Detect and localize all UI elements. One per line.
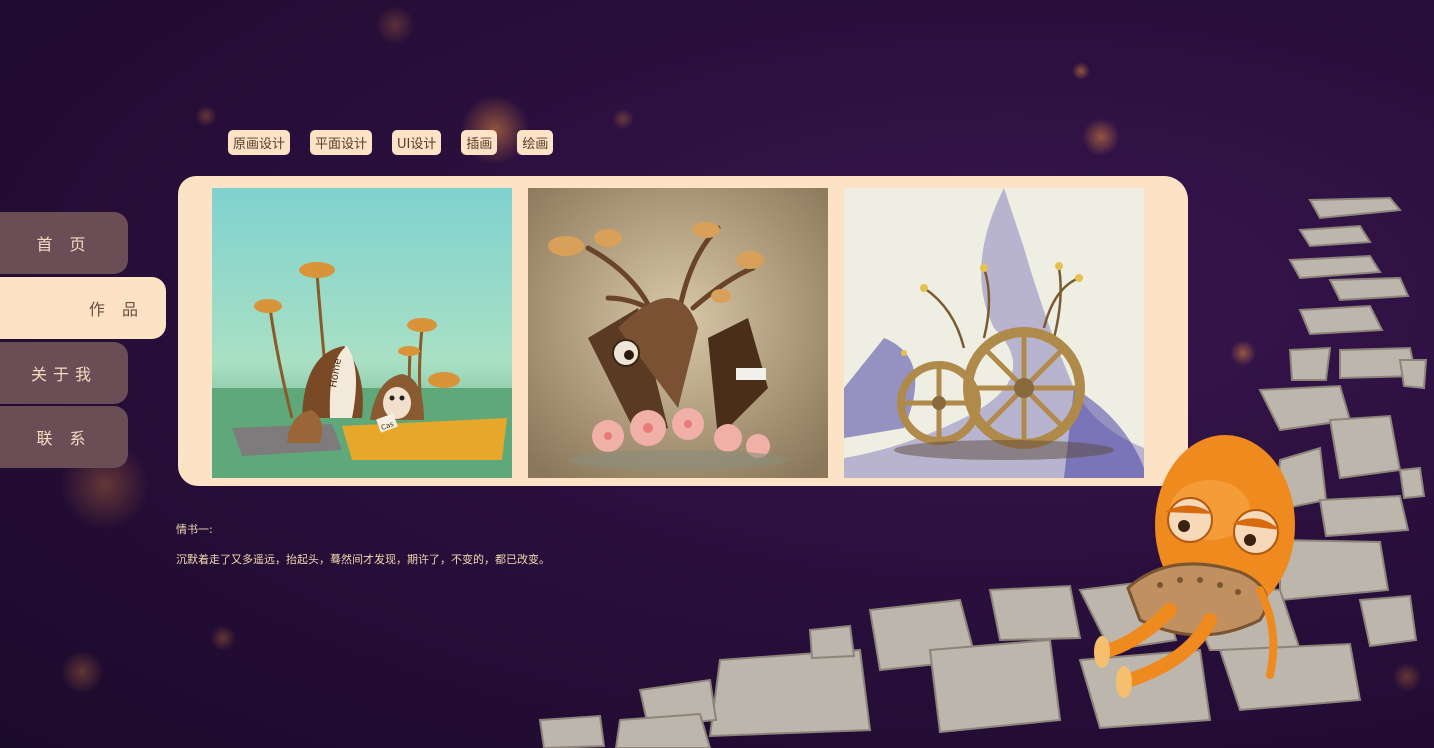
bokeh-light <box>375 5 415 45</box>
bokeh-light <box>210 625 236 651</box>
bokeh-light <box>195 105 217 127</box>
bokeh-light <box>1072 62 1090 80</box>
quote-title: 情书一: <box>176 523 213 536</box>
bokeh-light <box>60 650 104 694</box>
nav-item-works[interactable]: 作 品 <box>0 277 166 339</box>
tab-graphic-design[interactable]: 平面设计 <box>310 130 373 155</box>
nav-item-contact[interactable]: 联 系 <box>0 406 128 468</box>
nav-item-about[interactable]: 关于我 <box>0 342 128 404</box>
tab-illustration[interactable]: 插画 <box>461 130 498 155</box>
quote-body: 沉默着走了又多遥远，抬起头，蓦然间才发现，期许了，不变的，都已改变。 <box>176 553 550 566</box>
mushroom-home-illustration: Home Cas <box>212 188 512 478</box>
tab-ui-design[interactable]: UI设计 <box>392 130 442 155</box>
tab-concept-art[interactable]: 原画设计 <box>228 130 291 155</box>
bokeh-light <box>612 108 634 130</box>
tab-painting[interactable]: 绘画 <box>517 130 554 155</box>
category-tabs: 原画设计 平面设计 UI设计 插画 绘画 <box>228 130 554 155</box>
bokeh-light <box>1082 118 1120 156</box>
stepping-stones-decoration <box>538 196 1428 748</box>
gallery-item-mushroom-home[interactable]: Home Cas <box>212 188 512 478</box>
nav-item-home[interactable]: 首 页 <box>0 212 128 274</box>
